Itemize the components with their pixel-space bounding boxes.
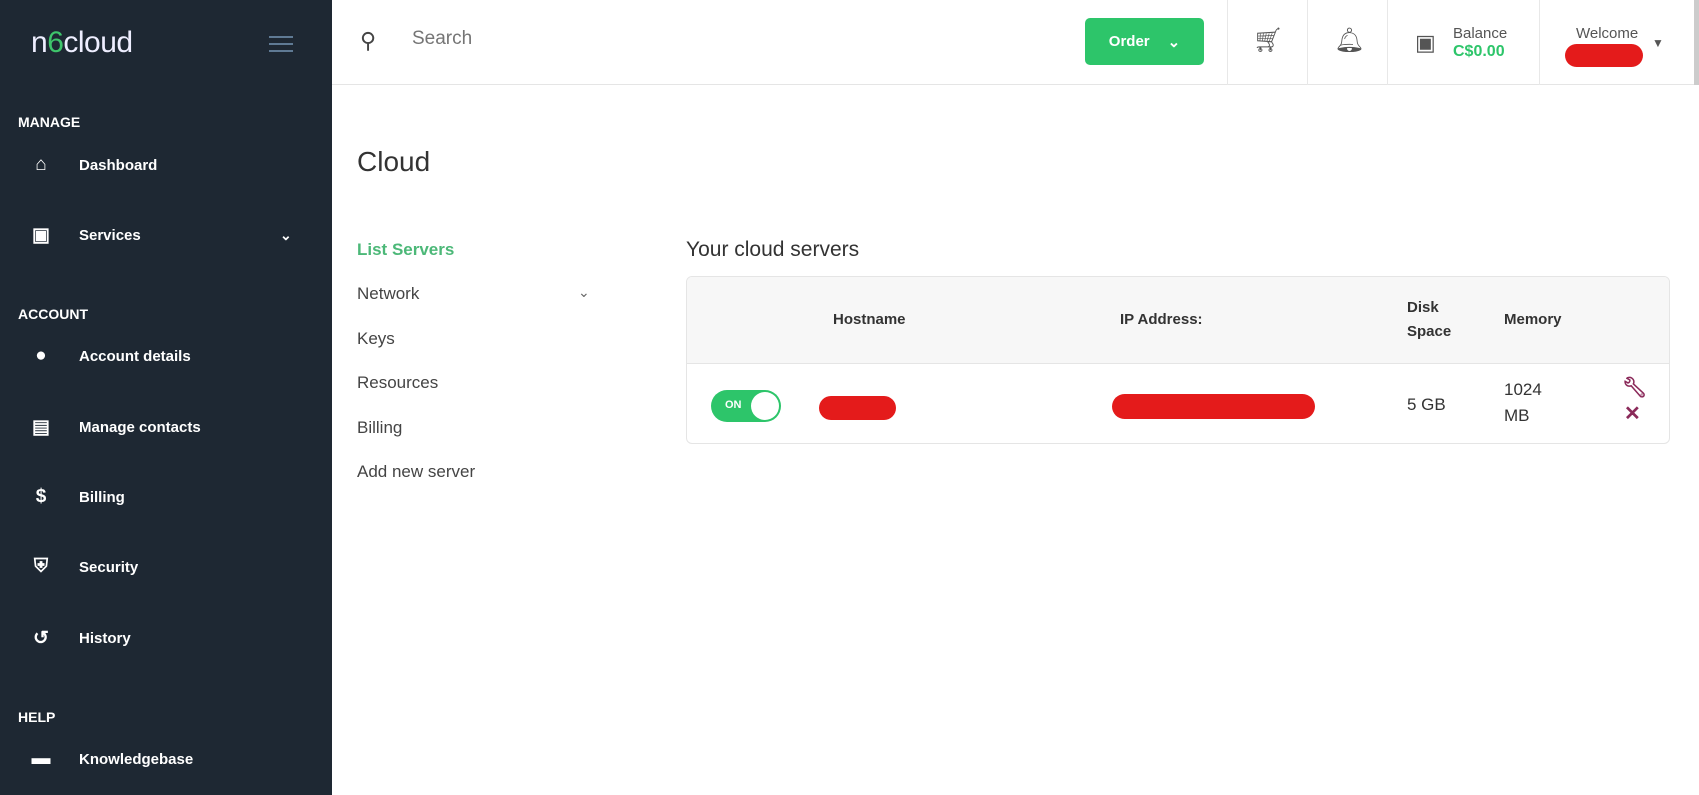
- sidebar-item-account-details[interactable]: ● Account details: [0, 336, 332, 376]
- subnav-list-servers[interactable]: List Servers: [357, 240, 454, 260]
- divider: [1227, 0, 1228, 85]
- sidebar-item-billing[interactable]: $ Billing: [0, 477, 332, 517]
- divider: [1307, 0, 1308, 85]
- header-disk: Disk: [1407, 299, 1439, 316]
- search-input[interactable]: [412, 28, 712, 50]
- contacts-icon: ▤: [32, 416, 50, 438]
- header-space: Space: [1407, 323, 1452, 340]
- chevron-down-icon: ⌄: [280, 226, 292, 243]
- sidebar-item-dashboard[interactable]: ⌂ Dashboard: [0, 145, 332, 185]
- divider: [1539, 0, 1540, 85]
- welcome-label: Welcome: [1576, 25, 1639, 42]
- subnav-network[interactable]: Network: [357, 284, 419, 304]
- search-icon: ⚲: [360, 28, 377, 53]
- sidebar-item-history[interactable]: ↺ History: [0, 618, 332, 658]
- shield-icon: ⛨: [33, 556, 49, 577]
- home-icon: ⌂: [35, 154, 47, 175]
- balance-label: Balance: [1453, 25, 1508, 42]
- servers-table: Hostname IP Address: Disk Space Memory O…: [686, 276, 1670, 444]
- user-icon: ●: [35, 345, 47, 366]
- id-card-icon: ▣: [32, 224, 50, 246]
- redacted-ip-address: [1112, 394, 1315, 419]
- top-header: ⚲ Order⌄ 🛒︎ 🔔︎ ▣ Balance C$0.00 Welcome …: [332, 0, 1699, 85]
- memory-unit: MB: [1504, 406, 1530, 425]
- caret-down-icon[interactable]: ▼: [1652, 36, 1664, 50]
- subnav-add-new-server[interactable]: Add new server: [357, 462, 475, 482]
- subnav-keys[interactable]: Keys: [357, 329, 395, 349]
- wrench-icon[interactable]: 🔧︎: [1622, 375, 1647, 400]
- subnav-resources[interactable]: Resources: [357, 373, 438, 393]
- sidebar-item-knowledgebase[interactable]: ▬ Knowledgebase: [0, 739, 332, 779]
- cart-icon[interactable]: 🛒︎: [1253, 26, 1283, 55]
- book-icon: ▬: [31, 748, 51, 769]
- sidebar-item-services[interactable]: ▣ Services ⌄: [0, 215, 332, 255]
- disk-value: 5 GB: [1407, 395, 1446, 414]
- section-help: HELP: [18, 709, 56, 725]
- chevron-down-icon: ⌄: [1167, 33, 1181, 51]
- scrollbar[interactable]: [1694, 0, 1699, 85]
- subnav-billing[interactable]: Billing: [357, 418, 402, 438]
- order-button[interactable]: Order ⌄: [1085, 18, 1204, 65]
- table-header: Hostname IP Address: Disk Space Memory: [687, 277, 1669, 364]
- balance-value: C$0.00: [1453, 43, 1505, 60]
- bell-icon[interactable]: 🔔︎: [1334, 26, 1364, 55]
- delete-icon[interactable]: ✕: [1624, 401, 1641, 426]
- section-account: ACCOUNT: [18, 306, 88, 322]
- section-manage: MANAGE: [18, 114, 81, 130]
- sidebar-item-security[interactable]: ⛨ Security: [0, 547, 332, 587]
- chevron-down-icon[interactable]: ⌄: [578, 284, 590, 301]
- divider: [1387, 0, 1388, 85]
- history-icon: ↺: [33, 627, 49, 649]
- memory-value: 1024: [1504, 380, 1542, 399]
- header-memory: Memory: [1504, 311, 1562, 328]
- page-title: Cloud: [357, 146, 431, 177]
- sidebar-item-manage-contacts[interactable]: ▤ Manage contacts: [0, 407, 332, 447]
- wallet-icon: ▣: [1415, 30, 1436, 55]
- sidebar: n6cloud MANAGE ⌂ Dashboard ▣ Services ⌄ ACC…: [0, 0, 332, 795]
- header-hostname: Hostname: [833, 311, 906, 328]
- logo[interactable]: n6cloud: [31, 26, 133, 60]
- power-toggle[interactable]: ON: [711, 390, 781, 422]
- section-title: Your cloud servers: [686, 238, 860, 261]
- menu-toggle-icon[interactable]: [269, 36, 293, 57]
- header-ip-address: IP Address:: [1120, 311, 1203, 328]
- redacted-username: [1565, 44, 1643, 67]
- dollar-icon: $: [35, 486, 47, 507]
- redacted-hostname: [819, 396, 896, 420]
